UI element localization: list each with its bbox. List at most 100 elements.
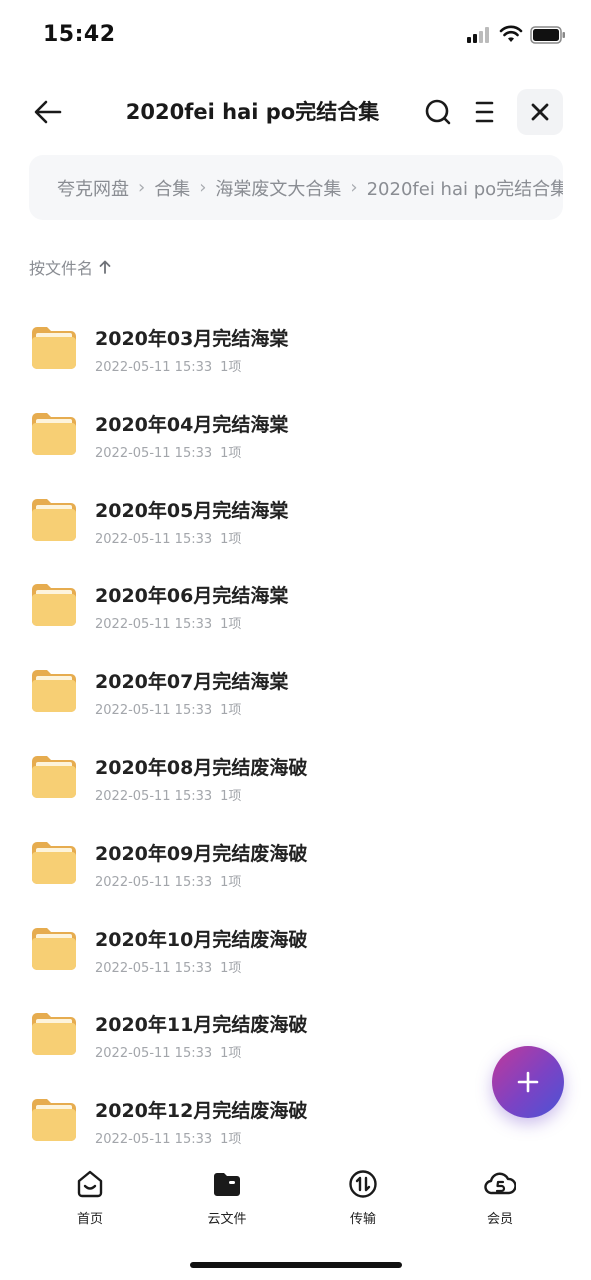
folder-icon [214, 1173, 240, 1196]
list-menu-icon [475, 101, 494, 123]
file-date: 2022-05-11 15:33 [95, 788, 213, 804]
tab-transfer[interactable]: 传输 [318, 1166, 408, 1227]
folder-icon [32, 498, 76, 541]
add-button[interactable] [492, 1046, 564, 1118]
status-bar: 15:42 [0, 0, 591, 70]
file-name: 2020年05月完结海棠 [95, 499, 289, 522]
file-meta: 2022-05-11 15:33 1项 [95, 356, 241, 375]
file-count: 1项 [220, 960, 242, 976]
tab-membership-label: 会员 [486, 1212, 513, 1227]
file-count: 1项 [220, 874, 242, 890]
file-date: 2022-05-11 15:33 [95, 617, 213, 633]
breadcrumb: 夸克网盘 › 合集 › 海棠废文大合集 › 2020fei hai po完结合集 [29, 155, 563, 220]
transfer-icon [349, 1170, 377, 1198]
bottom-tab-bar: 首页 云文件 传输 会员 [0, 1160, 591, 1230]
file-row[interactable]: 2020年08月完结废海破 2022-05-11 15:33 1项 [0, 739, 591, 825]
folder-icon [32, 927, 76, 970]
search-button[interactable] [418, 92, 458, 132]
breadcrumb-item-current[interactable]: 2020fei hai po完结合集 [367, 175, 563, 201]
file-count: 1项 [220, 445, 242, 461]
file-meta: 2022-05-11 15:33 1项 [95, 871, 241, 890]
file-date: 2022-05-11 15:33 [95, 874, 213, 890]
folder-icon [32, 755, 76, 798]
file-date: 2022-05-11 15:33 [95, 703, 213, 719]
file-count: 1项 [220, 1132, 242, 1148]
chevron-right-icon: › [138, 177, 146, 198]
file-row[interactable]: 2020年07月完结海棠 2022-05-11 15:33 1项 [0, 653, 591, 739]
tab-transfer-label: 传输 [349, 1212, 376, 1227]
file-name: 2020年07月完结海棠 [95, 671, 289, 694]
file-date: 2022-05-11 15:33 [95, 1132, 213, 1148]
file-name: 2020年12月完结废海破 [95, 1100, 308, 1123]
home-indicator [190, 1262, 402, 1268]
page-title: 2020fei hai po完结合集 [125, 100, 380, 124]
arrow-left-icon [34, 100, 62, 124]
file-meta: 2022-05-11 15:33 1项 [95, 1042, 241, 1061]
membership-icon [484, 1172, 516, 1195]
file-name: 2020年06月完结海棠 [95, 585, 289, 608]
file-count: 1项 [220, 360, 242, 375]
breadcrumb-item-root[interactable]: 夸克网盘 [57, 175, 129, 201]
folder-icon [32, 1013, 76, 1056]
signal-icon [467, 27, 489, 43]
file-row[interactable]: 2020年09月完结废海破 2022-05-11 15:33 1项 [0, 825, 591, 911]
file-meta: 2022-05-11 15:33 1项 [95, 442, 241, 461]
tab-membership[interactable]: 会员 [455, 1166, 545, 1227]
file-name: 2020年04月完结海棠 [95, 413, 289, 436]
file-name: 2020年11月完结废海破 [95, 1014, 308, 1037]
file-date: 2022-05-11 15:33 [95, 1046, 213, 1062]
breadcrumb-item-haitang[interactable]: 海棠废文大合集 [215, 175, 341, 201]
file-row[interactable]: 2020年06月完结海棠 2022-05-11 15:33 1项 [0, 567, 591, 653]
file-row[interactable]: 2020年04月完结海棠 2022-05-11 15:33 1项 [0, 396, 591, 482]
sort-toggle[interactable]: 按文件名 [29, 256, 111, 278]
folder-icon [32, 841, 76, 884]
file-meta: 2022-05-11 15:33 1项 [95, 957, 241, 976]
sort-label: 按文件名 [29, 259, 94, 278]
wifi-icon [499, 25, 523, 42]
home-icon [77, 1170, 103, 1198]
file-name: 2020年03月完结海棠 [95, 328, 289, 350]
file-count: 1项 [220, 788, 242, 804]
file-count: 1项 [220, 703, 242, 719]
back-button[interactable] [28, 92, 68, 132]
folder-icon [32, 412, 76, 455]
close-icon [531, 103, 549, 121]
file-count: 1项 [220, 617, 242, 633]
chevron-right-icon: › [199, 177, 207, 198]
arrow-up-icon [99, 260, 111, 274]
folder-icon [32, 670, 76, 713]
plus-icon [517, 1071, 539, 1093]
folder-icon [32, 327, 76, 369]
file-date: 2022-05-11 15:33 [95, 531, 213, 547]
folder-icon [32, 1099, 76, 1142]
file-name: 2020年08月完结废海破 [95, 756, 308, 779]
breadcrumb-item-collection[interactable]: 合集 [154, 175, 190, 201]
tab-home-label: 首页 [76, 1212, 103, 1227]
tab-home[interactable]: 首页 [45, 1166, 135, 1227]
battery-icon [530, 26, 565, 44]
tab-cloud-files[interactable]: 云文件 [182, 1166, 272, 1227]
chevron-right-icon: › [350, 177, 358, 198]
tab-cloud-files-label: 云文件 [207, 1212, 247, 1227]
file-count: 1项 [220, 531, 242, 547]
close-button[interactable] [517, 89, 563, 135]
file-date: 2022-05-11 15:33 [95, 445, 213, 461]
file-meta: 2022-05-11 15:33 1项 [95, 1128, 241, 1147]
file-list: 2020年03月完结海棠 2022-05-11 15:33 1项 2020年04月完结… [0, 310, 591, 1168]
file-meta: 2022-05-11 15:33 1项 [95, 613, 241, 632]
file-meta: 2022-05-11 15:33 1项 [95, 528, 241, 547]
file-meta: 2022-05-11 15:33 1项 [95, 785, 241, 804]
status-time: 15:42 [43, 22, 116, 47]
file-count: 1项 [220, 1046, 242, 1062]
file-row[interactable]: 2020年10月完结废海破 2022-05-11 15:33 1项 [0, 911, 591, 997]
header: 2020fei hai po完结合集 [0, 84, 591, 140]
file-date: 2022-05-11 15:33 [95, 360, 213, 375]
file-name: 2020年09月完结废海破 [95, 842, 308, 865]
file-row[interactable]: 2020年03月完结海棠 2022-05-11 15:33 1项 [0, 310, 591, 396]
search-icon [425, 99, 451, 125]
menu-button[interactable] [465, 92, 505, 132]
file-name: 2020年10月完结废海破 [95, 928, 308, 951]
folder-icon [32, 584, 76, 627]
file-date: 2022-05-11 15:33 [95, 960, 213, 976]
file-row[interactable]: 2020年05月完结海棠 2022-05-11 15:33 1项 [0, 482, 591, 568]
